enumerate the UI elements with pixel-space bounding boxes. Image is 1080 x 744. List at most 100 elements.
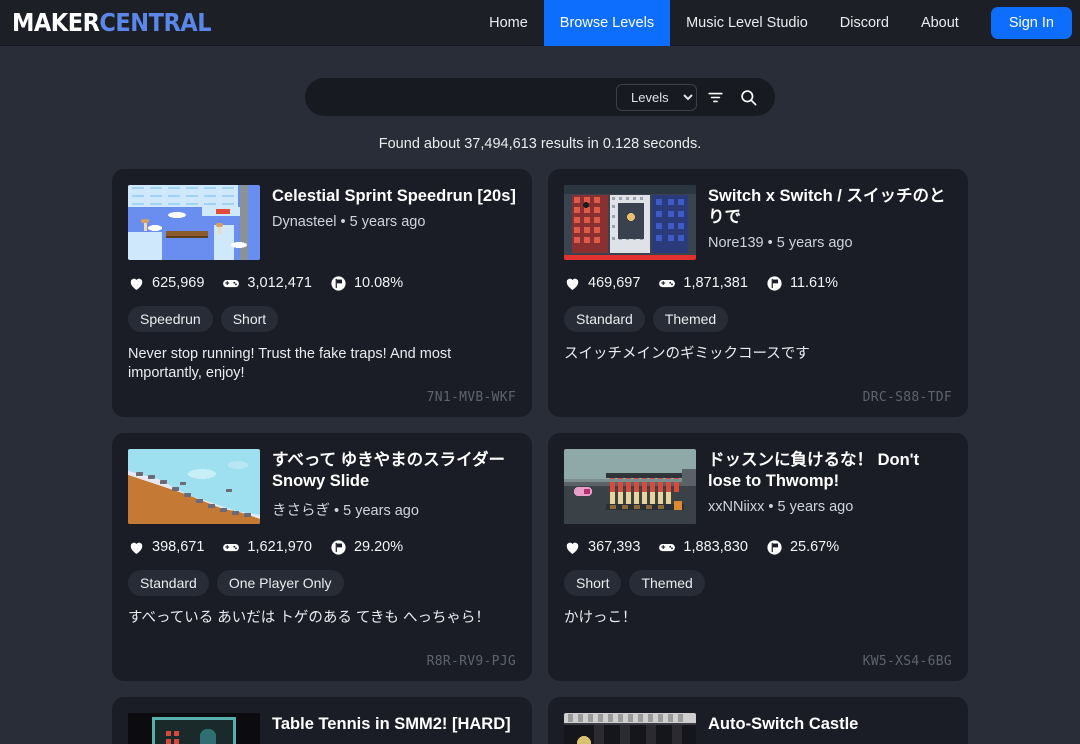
level-author[interactable]: Dynasteel [272,214,336,230]
level-tag[interactable]: One Player Only [216,570,344,597]
heart-icon [128,539,145,556]
level-code[interactable]: KW5-XS4-6BG [863,654,952,669]
plays-count: 1,871,381 [683,275,748,291]
level-description: すべっている あいだは トゲのある てきも へっちゃら！ [128,610,490,627]
level-stats: 398,671 1,621,970 29.20% [128,538,516,556]
site-logo[interactable]: MAKER CENTRAL [12,8,212,37]
logo-central-text: CENTRAL [99,8,212,37]
main-nav: Home Browse Levels Music Level Studio Disco… [473,0,975,46]
level-result-card[interactable]: ドッスンに負けるな！ Don't lose to Thwomp! xxNNiix… [548,433,968,681]
clear-rate: 25.67% [789,539,840,555]
level-description: Never stop running! Trust the fake traps… [128,346,452,382]
plays-count: 1,621,970 [247,539,312,555]
gamepad-icon [658,274,676,292]
level-code[interactable]: DRC-S88-TDF [863,390,952,405]
level-tag[interactable]: Standard [128,570,209,597]
card-top-row: Auto-Switch Castle [564,713,952,744]
heart-icon [128,275,145,292]
card-top-row: すべって ゆきやまのスライダー Snowy Slide きさらぎ • 5 yea… [128,449,516,524]
nav-item-home[interactable]: Home [473,0,544,46]
level-author-meta: xxNNiixx • 5 years ago [708,498,854,515]
filter-icon[interactable] [700,82,730,112]
level-tags: Short Themed [564,570,952,597]
level-tag[interactable]: Short [220,306,279,333]
level-title[interactable]: Auto-Switch Castle [708,714,952,735]
gamepad-icon [658,538,676,556]
level-thumbnail[interactable] [128,185,260,260]
level-stats: 367,393 1,883,830 25.67% [564,538,952,556]
level-title[interactable]: Celestial Sprint Speedrun [20s] [272,186,516,207]
sign-in-button[interactable]: Sign In [990,6,1072,39]
nav-item-about[interactable]: About [905,0,975,46]
card-top-row: Table Tennis in SMM2! [HARD] [128,713,516,744]
level-thumbnail[interactable] [128,449,260,524]
flag-icon [766,539,783,556]
flag-icon [766,275,783,292]
nav-item-music-level-studio[interactable]: Music Level Studio [670,0,824,46]
level-author[interactable]: きさらぎ [272,503,330,519]
likes-count: 469,697 [588,275,641,291]
level-result-card[interactable]: すべって ゆきやまのスライダー Snowy Slide きさらぎ • 5 yea… [112,433,532,681]
level-code[interactable]: 7N1-MVB-WKF [427,390,516,405]
level-age: 5 years ago [343,502,419,519]
level-result-card[interactable]: Switch x Switch / スイッチのとりで Nore139 • 5 y… [548,169,968,417]
level-author-meta: Dynasteel • 5 years ago [272,213,426,230]
likes-count: 398,671 [152,539,205,555]
level-result-card[interactable]: Table Tennis in SMM2! [HARD] [112,697,532,744]
level-age: 5 years ago [349,213,426,230]
level-thumbnail[interactable] [564,185,696,260]
level-tags: Speedrun Short [128,306,516,333]
results-count-text: Found about 37,494,613 results in 0.128 … [378,136,702,152]
nav-item-discord[interactable]: Discord [824,0,905,46]
search-icon[interactable] [733,82,763,112]
card-heading-block: Switch x Switch / スイッチのとりで Nore139 • 5 y… [708,185,952,260]
level-title[interactable]: すべって ゆきやまのスライダー Snowy Slide [272,450,516,492]
level-author[interactable]: Nore139 [708,235,764,251]
logo-maker-text: MAKER [12,8,100,37]
search-type-select[interactable]: LevelsUsersMakers [616,83,697,111]
level-thumbnail[interactable] [564,449,696,524]
level-age: 5 years ago [776,234,853,251]
results-grid: Celestial Sprint Speedrun [20s] Dynastee… [0,169,1080,744]
level-tags: Standard One Player Only [128,570,516,597]
card-top-row: Celestial Sprint Speedrun [20s] Dynastee… [128,185,516,260]
level-tag[interactable]: Short [564,570,622,597]
gamepad-icon [222,538,240,556]
heart-icon [564,275,581,292]
card-top-row: ドッスンに負けるな！ Don't lose to Thwomp! xxNNiix… [564,449,952,524]
plays-count: 1,883,830 [683,539,748,555]
level-author-meta: きさらぎ • 5 years ago [272,502,419,519]
level-title[interactable]: ドッスンに負けるな！ Don't lose to Thwomp! [708,450,952,492]
level-description: スイッチメインのギミックコースです [564,346,810,363]
level-stats: 469,697 1,871,381 11.61% [564,274,952,292]
card-heading-block: Auto-Switch Castle [708,713,952,744]
level-title[interactable]: Switch x Switch / スイッチのとりで [708,186,952,228]
level-tag[interactable]: Themed [652,306,729,333]
level-result-card[interactable]: Celestial Sprint Speedrun [20s] Dynastee… [112,169,532,417]
top-navigation-bar: MAKER CENTRAL Home Browse Levels Music Leve… [0,0,1080,46]
card-heading-block: Celestial Sprint Speedrun [20s] Dynastee… [272,185,516,260]
gamepad-icon [222,274,240,292]
level-thumbnail[interactable] [128,713,260,744]
level-age: 5 years ago [777,498,854,515]
search-section: LevelsUsersMakers [0,46,1080,116]
search-input[interactable] [323,78,616,116]
level-tag[interactable]: Themed [629,570,705,597]
card-top-row: Switch x Switch / スイッチのとりで Nore139 • 5 y… [564,185,952,260]
level-tag[interactable]: Standard [564,306,645,333]
nav-item-browse-levels[interactable]: Browse Levels [543,0,671,46]
flag-icon [330,539,347,556]
card-heading-block: Table Tennis in SMM2! [HARD] [272,713,516,744]
level-thumbnail[interactable] [564,713,696,744]
clear-rate: 29.20% [353,539,404,555]
heart-icon [564,539,581,556]
level-author[interactable]: xxNNiixx [708,499,764,515]
level-code[interactable]: R8R-RV9-PJG [427,654,516,669]
clear-rate: 10.08% [353,275,404,291]
level-tag[interactable]: Speedrun [128,306,213,333]
level-tags: Standard Themed [564,306,952,333]
level-description: かけっこ！ [564,610,637,627]
level-title[interactable]: Table Tennis in SMM2! [HARD] [272,714,516,735]
card-heading-block: ドッスンに負けるな！ Don't lose to Thwomp! xxNNiix… [708,449,952,524]
level-result-card[interactable]: Auto-Switch Castle [548,697,968,744]
